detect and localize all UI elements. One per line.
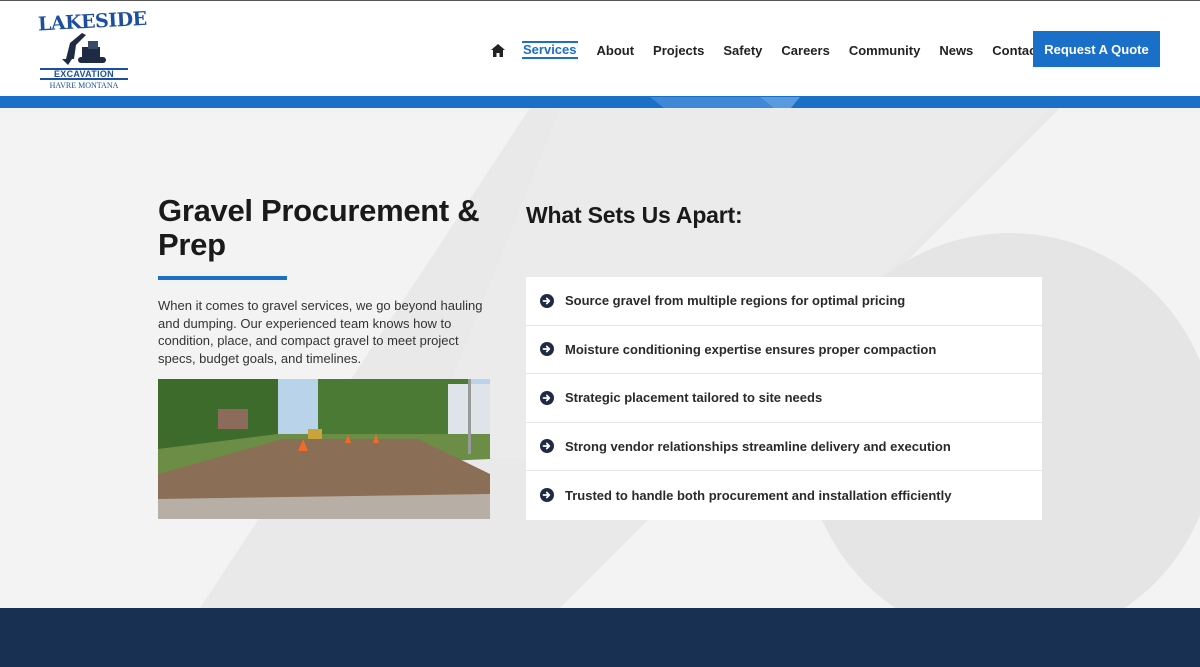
feature-text: Strong vendor relationships streamline d…	[565, 438, 951, 454]
right-column: What Sets Us Apart: Source gravel from m…	[526, 202, 1042, 520]
arrow-circle-right-icon	[540, 439, 554, 454]
company-logo[interactable]: LAKESIDE EXCAVATION HAVRE MONTANA	[37, 8, 147, 91]
footer-band	[0, 608, 1200, 667]
title-underline	[158, 276, 287, 280]
list-item: Moisture conditioning expertise ensures …	[526, 326, 1042, 374]
nav-careers[interactable]: Careers	[781, 43, 829, 58]
features-list: Source gravel from multiple regions for …	[526, 277, 1042, 520]
logo-subtitle: HAVRE MONTANA	[49, 81, 119, 90]
arrow-circle-right-icon	[540, 293, 554, 308]
nav-about[interactable]: About	[597, 43, 635, 58]
page-title: Gravel Procurement & Prep	[158, 193, 480, 262]
main-nav: Services About Projects Safety Careers C…	[490, 41, 1060, 59]
gravel-road-photo	[158, 379, 490, 519]
services-section: Gravel Procurement & Prep When it comes …	[0, 108, 1200, 608]
feature-text: Strategic placement tailored to site nee…	[565, 390, 823, 406]
list-item: Trusted to handle both procurement and i…	[526, 471, 1042, 520]
header-accent-band	[0, 96, 1200, 108]
nav-community[interactable]: Community	[849, 43, 921, 58]
arrow-circle-right-icon	[540, 342, 554, 357]
excavator-icon	[62, 33, 106, 65]
list-item: Strong vendor relationships streamline d…	[526, 423, 1042, 471]
feature-text: Source gravel from multiple regions for …	[565, 293, 906, 309]
request-quote-button[interactable]: Request A Quote	[1033, 31, 1160, 67]
nav-safety[interactable]: Safety	[723, 43, 762, 58]
arrow-circle-right-icon	[540, 390, 554, 405]
home-icon[interactable]	[490, 42, 506, 58]
nav-projects[interactable]: Projects	[653, 43, 704, 58]
apart-heading: What Sets Us Apart:	[526, 202, 743, 228]
arrow-circle-right-icon	[540, 488, 554, 503]
list-item: Source gravel from multiple regions for …	[526, 277, 1042, 326]
left-column: Gravel Procurement & Prep When it comes …	[158, 193, 493, 519]
intro-paragraph: When it comes to gravel services, we go …	[158, 298, 483, 366]
logo-bar: EXCAVATION	[40, 68, 128, 80]
nav-services[interactable]: Services	[522, 41, 578, 59]
feature-text: Trusted to handle both procurement and i…	[565, 487, 952, 503]
feature-text: Moisture conditioning expertise ensures …	[565, 341, 937, 357]
site-header: LAKESIDE EXCAVATION HAVRE MONTANA Servic…	[0, 0, 1200, 96]
nav-news[interactable]: News	[939, 43, 973, 58]
list-item: Strategic placement tailored to site nee…	[526, 374, 1042, 423]
